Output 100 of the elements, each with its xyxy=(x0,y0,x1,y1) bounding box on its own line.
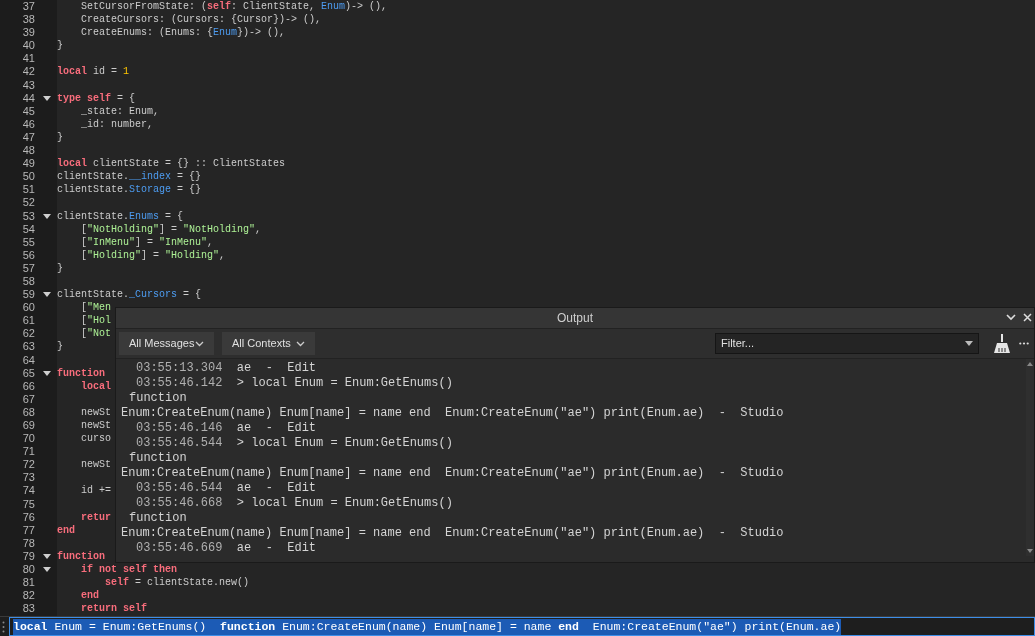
fold-arrow-icon[interactable] xyxy=(42,95,51,101)
code-line: newSt xyxy=(80,420,111,431)
line-number: 46 xyxy=(22,117,35,130)
line-number: 43 xyxy=(22,78,35,91)
code-line: } xyxy=(57,131,63,143)
line-number: 64 xyxy=(22,353,35,366)
code-line: clientState.Enums = { xyxy=(57,210,184,222)
code-line: function xyxy=(57,367,105,379)
filter-dropdown[interactable]: All Contexts xyxy=(222,332,315,355)
log-line: Enum:CreateEnum(name) Enum[name] = name end Enum:CreateEnum("ae") print(Enum.ae) - Studio xyxy=(121,406,784,420)
code-line: _id: number, xyxy=(80,118,153,130)
code-line: clientState.__index = {} xyxy=(57,171,202,183)
scroll-up-icon[interactable] xyxy=(1027,362,1033,366)
log-line: function xyxy=(129,451,187,465)
code-line: local xyxy=(80,380,111,392)
code-line: clientState._Cursors = { xyxy=(57,289,202,301)
line-number: 57 xyxy=(22,261,35,274)
close-icon[interactable] xyxy=(1023,313,1032,322)
line-number: 61 xyxy=(22,314,35,327)
fold-arrow-icon[interactable] xyxy=(42,567,51,573)
filter-field[interactable]: Filter... xyxy=(715,333,979,354)
log-line: 03:55:46.146 ae - Edit xyxy=(136,421,317,435)
command-text: local Enum = Enum:GetEnums() function Enum:CreateEnum(name) Enum[name] = name end Enum:CreateEnum("ae") print(Enum.ae) xyxy=(13,618,842,635)
line-number: 68 xyxy=(22,405,35,418)
line-number: 37 xyxy=(22,0,35,12)
code-line: CreateEnums: (Enums: {Enum})-> (), xyxy=(80,27,286,39)
log-line: function xyxy=(129,511,187,525)
line-number: 82 xyxy=(22,589,35,602)
line-number: 69 xyxy=(22,419,35,431)
more-icon[interactable] xyxy=(1019,342,1029,345)
log-line: 03:55:13.304 ae - Edit xyxy=(136,361,317,375)
fold-arrow-icon[interactable] xyxy=(42,213,51,219)
line-number: 55 xyxy=(22,235,35,248)
fold-arrow-icon[interactable] xyxy=(42,292,51,298)
line-number: 49 xyxy=(22,157,35,170)
line-number: 50 xyxy=(22,170,35,183)
scroll-down-icon[interactable] xyxy=(1027,549,1033,553)
line-number: 73 xyxy=(22,471,35,484)
line-number: 72 xyxy=(22,458,35,471)
command-input[interactable]: local Enum = Enum:GetEnums() function Enum:CreateEnum(name) Enum[name] = name end Enum:CreateEnum("ae") print(Enum.ae) xyxy=(9,617,1035,636)
line-number: 83 xyxy=(22,602,35,615)
code-line: end xyxy=(80,590,99,602)
code-line: ["Holding"] = "Holding", xyxy=(80,249,226,261)
line-number: 70 xyxy=(22,432,35,445)
log-line: 03:55:46.544 ae - Edit xyxy=(136,481,317,495)
log-line: Enum:CreateEnum(name) Enum[name] = name end Enum:CreateEnum("ae") print(Enum.ae) - Studio xyxy=(121,466,784,480)
filter-dropdown[interactable]: All Messages xyxy=(119,332,214,355)
broom-icon[interactable] xyxy=(993,333,1011,354)
code-line: _state: Enum, xyxy=(80,105,160,117)
log-line: 03:55:46.544 > local Enum = Enum:GetEnums() xyxy=(136,436,453,450)
line-number: 56 xyxy=(22,248,35,261)
code-line: clientState.Storage = {} xyxy=(57,184,202,196)
code-line: self = clientState.new() xyxy=(104,577,250,589)
line-number: 41 xyxy=(22,52,35,65)
code-line: ["NotHolding"] = "NotHolding", xyxy=(80,223,262,235)
line-number: 74 xyxy=(22,484,35,497)
line-number: 65 xyxy=(22,366,35,379)
log-line: Enum:CreateEnum(name) Enum[name] = name end Enum:CreateEnum("ae") print(Enum.ae) - Studio xyxy=(121,526,784,540)
line-number: 62 xyxy=(22,327,35,340)
dropdown-caret-icon xyxy=(965,341,973,346)
code-line: } xyxy=(57,40,63,52)
chevron-down-icon xyxy=(296,340,305,347)
line-number: 53 xyxy=(22,209,35,222)
code-line: id += xyxy=(80,485,111,497)
line-number: 76 xyxy=(22,510,35,523)
log-line: function xyxy=(129,391,187,405)
code-line: local id = 1 xyxy=(57,66,130,78)
log-line: 03:55:46.669 ae - Edit xyxy=(136,541,317,555)
line-number: 59 xyxy=(22,288,35,301)
code-line: end xyxy=(57,524,75,536)
line-number: 44 xyxy=(22,91,35,104)
line-number: 67 xyxy=(22,392,35,405)
chevron-down-icon[interactable] xyxy=(1006,314,1016,321)
code-line: ["InMenu"] = "InMenu", xyxy=(80,236,214,248)
line-number: 38 xyxy=(22,13,35,26)
line-number: 42 xyxy=(22,65,35,78)
drag-handle-icon[interactable] xyxy=(2,621,5,633)
code-line: type self = { xyxy=(57,92,136,104)
line-number: 75 xyxy=(22,497,35,510)
line-number: 45 xyxy=(22,104,35,117)
line-number: 52 xyxy=(22,196,35,209)
line-number: 40 xyxy=(22,39,35,52)
fold-arrow-icon[interactable] xyxy=(42,554,51,559)
line-number: 39 xyxy=(22,26,35,39)
code-line: newSt xyxy=(80,406,111,418)
line-number: 80 xyxy=(22,563,35,576)
code-line: return self xyxy=(80,603,147,615)
code-line: ["Not xyxy=(80,328,112,340)
line-number: 81 xyxy=(22,576,35,589)
code-line: ["Hol xyxy=(80,315,112,327)
code-line: } xyxy=(57,262,63,274)
fold-arrow-icon[interactable] xyxy=(42,370,51,376)
code-line: } xyxy=(57,341,63,353)
log-line: 03:55:46.668 > local Enum = Enum:GetEnums() xyxy=(136,496,453,510)
filter-input[interactable]: Filter... xyxy=(721,335,965,352)
scrollbar[interactable] xyxy=(1026,359,1034,556)
code-line: SetCursorFromState: (self: ClientState, Enum)-> (), xyxy=(80,1,388,12)
panel-title: Output xyxy=(557,310,593,327)
line-number: 54 xyxy=(22,222,35,235)
code-line: ["Men xyxy=(80,302,112,314)
